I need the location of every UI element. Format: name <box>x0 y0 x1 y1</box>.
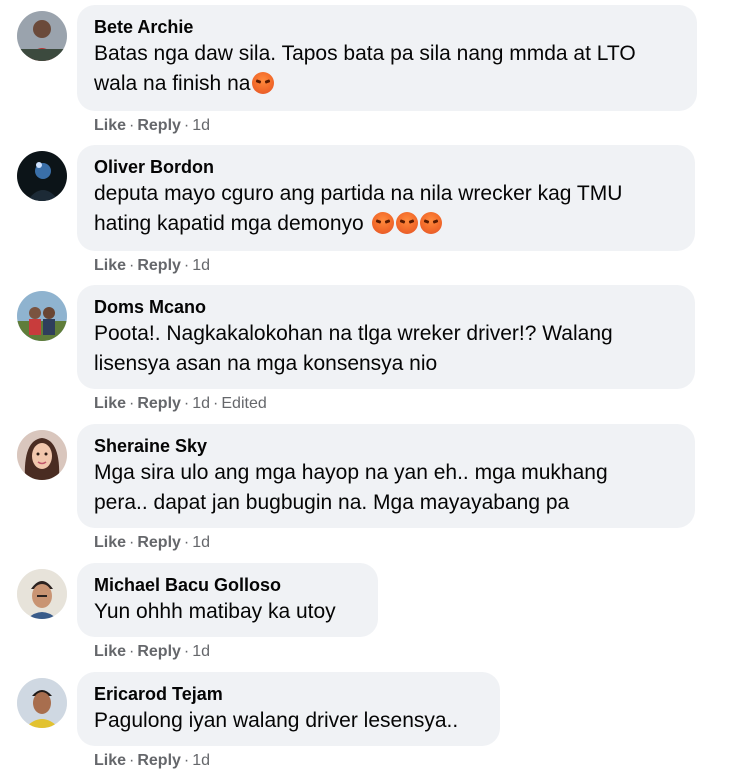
separator-dot: · <box>129 752 135 769</box>
comment-thread: Bete Archie Batas nga daw sila. Tapos ba… <box>0 0 750 777</box>
separator-dot: · <box>183 395 190 412</box>
comment-text-line: hating kapatid mga demonyo <box>94 212 364 235</box>
separator-dot: · <box>183 117 190 134</box>
comment-bubble: Doms Mcano Poota!. Nagkakalokohan na tlg… <box>77 285 695 389</box>
separator-dot: · <box>129 643 135 660</box>
comment-text-line: Batas nga daw sila. Tapos bata pa sila n… <box>94 42 636 65</box>
avatar[interactable] <box>17 151 67 201</box>
angry-face-emoji-icon <box>371 212 394 234</box>
comment-author[interactable]: Bete Archie <box>94 15 683 39</box>
like-link[interactable]: Like <box>94 117 126 134</box>
avatar-image <box>17 678 67 728</box>
comment-actions: Like · Reply · 1d <box>94 116 210 136</box>
separator-dot: · <box>129 117 135 134</box>
reply-link[interactable]: Reply <box>137 395 181 412</box>
avatar[interactable] <box>17 430 67 480</box>
comment-bubble: Bete Archie Batas nga daw sila. Tapos ba… <box>77 5 697 111</box>
like-link[interactable]: Like <box>94 752 126 769</box>
angry-face-emoji-icon <box>252 72 275 94</box>
avatar[interactable] <box>17 569 67 619</box>
comment-text-line: pera.. dapat jan bugbugin na. Mga mayaya… <box>94 491 570 514</box>
comment-text-line: Mga sira ulo ang mga hayop na yan eh.. m… <box>94 461 608 484</box>
reply-link[interactable]: Reply <box>137 752 181 769</box>
separator-dot: · <box>183 257 190 274</box>
like-link[interactable]: Like <box>94 534 126 551</box>
separator-dot: · <box>129 257 135 274</box>
comment-text: Batas nga daw sila. Tapos bata pa sila n… <box>94 39 683 99</box>
comment-author[interactable]: Oliver Bordon <box>94 155 681 179</box>
angry-face-emoji-icon <box>419 212 442 234</box>
avatar[interactable] <box>17 678 67 728</box>
comment-author[interactable]: Sheraine Sky <box>94 434 681 458</box>
reply-link[interactable]: Reply <box>137 117 181 134</box>
separator-dot: · <box>183 534 190 551</box>
separator-dot: · <box>183 752 190 769</box>
comment-text-line: deputa mayo cguro ang partida na nila wr… <box>94 182 623 205</box>
comment-actions: Like · Reply · 1d <box>94 642 210 662</box>
comment-text: Poota!. Nagkakalokohan na tlga wreker dr… <box>94 319 681 379</box>
avatar-image <box>17 291 67 341</box>
avatar-image <box>17 151 67 201</box>
comment-actions: Like · Reply · 1d <box>94 751 210 771</box>
timestamp[interactable]: 1d <box>192 643 210 660</box>
reply-link[interactable]: Reply <box>137 643 181 660</box>
comment-actions: Like · Reply · 1d · Edited <box>94 394 267 414</box>
separator-dot: · <box>183 643 190 660</box>
reply-link[interactable]: Reply <box>137 534 181 551</box>
comment-author[interactable]: Ericarod Tejam <box>94 682 486 706</box>
avatar[interactable] <box>17 11 67 61</box>
comment-bubble: Oliver Bordon deputa mayo cguro ang part… <box>77 145 695 251</box>
timestamp[interactable]: 1d <box>192 752 210 769</box>
reply-link[interactable]: Reply <box>137 257 181 274</box>
avatar-image <box>17 11 67 61</box>
timestamp[interactable]: 1d <box>192 257 210 274</box>
separator-dot: · <box>129 395 135 412</box>
avatar-image <box>17 569 67 619</box>
like-link[interactable]: Like <box>94 257 126 274</box>
comment-author[interactable]: Michael Bacu Golloso <box>94 573 364 597</box>
comment-text: deputa mayo cguro ang partida na nila wr… <box>94 179 681 239</box>
avatar-image <box>17 430 67 480</box>
comment-bubble: Michael Bacu Golloso Yun ohhh matibay ka… <box>77 563 378 637</box>
timestamp[interactable]: 1d <box>192 534 210 551</box>
comment-author[interactable]: Doms Mcano <box>94 295 681 319</box>
like-link[interactable]: Like <box>94 395 126 412</box>
edited-label[interactable]: Edited <box>221 395 266 412</box>
comment-actions: Like · Reply · 1d <box>94 256 210 276</box>
avatar[interactable] <box>17 291 67 341</box>
comment-text-line: Poota!. Nagkakalokohan na tlga wreker dr… <box>94 322 613 345</box>
comment-bubble: Sheraine Sky Mga sira ulo ang mga hayop … <box>77 424 695 528</box>
comment-text-line: wala na finish na <box>94 72 251 95</box>
like-link[interactable]: Like <box>94 643 126 660</box>
comment-text: Pagulong iyan walang driver lesensya.. <box>94 709 459 732</box>
angry-face-emoji-icon <box>395 212 418 234</box>
timestamp[interactable]: 1d <box>192 117 210 134</box>
comment-bubble: Ericarod Tejam Pagulong iyan walang driv… <box>77 672 500 746</box>
comment-actions: Like · Reply · 1d <box>94 533 210 553</box>
comment-text: Yun ohhh matibay ka utoy <box>94 600 336 623</box>
comment-text: Mga sira ulo ang mga hayop na yan eh.. m… <box>94 458 681 518</box>
separator-dot: · <box>213 395 219 412</box>
comment-text-line: lisensya asan na mga konsensya nio <box>94 352 438 375</box>
timestamp[interactable]: 1d <box>192 395 210 412</box>
separator-dot: · <box>129 534 135 551</box>
